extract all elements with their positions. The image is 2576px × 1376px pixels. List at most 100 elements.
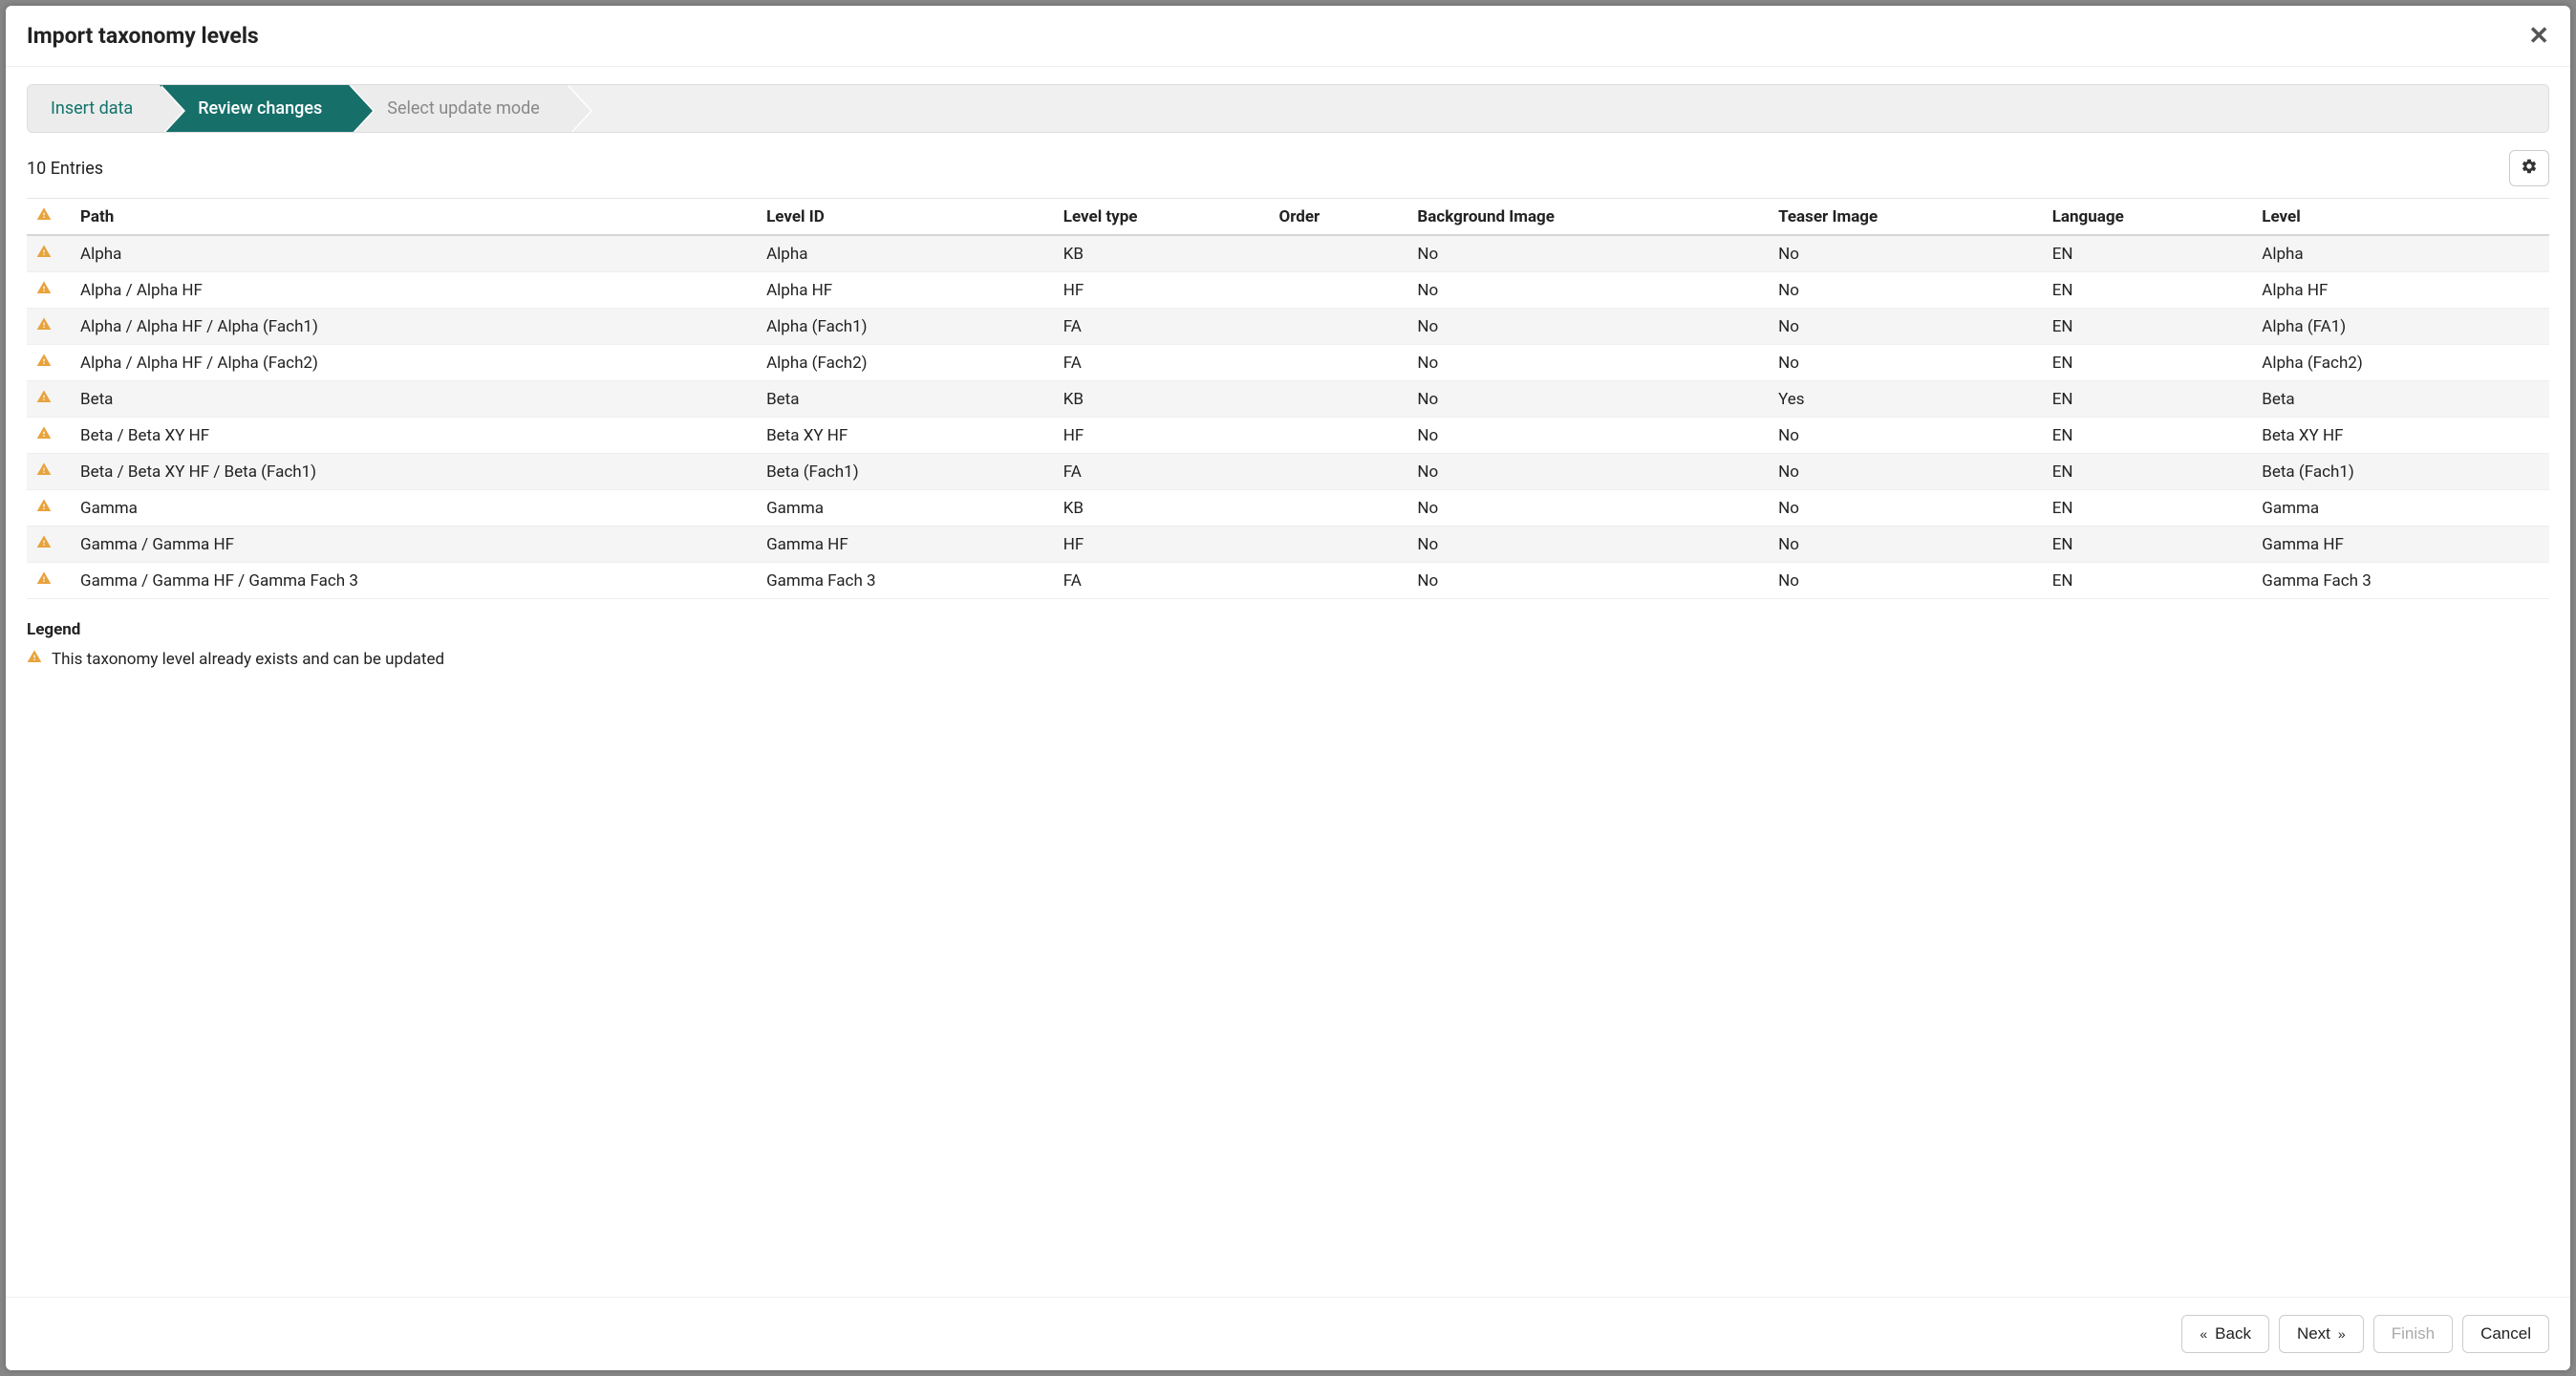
cell-language: EN xyxy=(2043,235,2253,272)
close-icon[interactable]: ✕ xyxy=(2528,24,2549,49)
cell-teaser-image: No xyxy=(1769,418,2043,454)
cell-order xyxy=(1269,309,1407,345)
cell-level: Gamma Fach 3 xyxy=(2252,563,2549,599)
cell-level-id: Gamma xyxy=(757,490,1054,527)
cell-level-id: Alpha xyxy=(757,235,1054,272)
col-level[interactable]: Level xyxy=(2252,199,2549,236)
cell-path: Alpha / Alpha HF / Alpha (Fach1) xyxy=(71,309,757,345)
cancel-button-label: Cancel xyxy=(2480,1324,2531,1344)
cell-bg-image: No xyxy=(1407,235,1769,272)
cell-teaser-image: No xyxy=(1769,272,2043,309)
cell-level-id: Gamma HF xyxy=(757,527,1054,563)
cell-bg-image: No xyxy=(1407,563,1769,599)
cell-path: Beta / Beta XY HF / Beta (Fach1) xyxy=(71,454,757,490)
cell-level-type: FA xyxy=(1054,345,1270,381)
cell-level-type: KB xyxy=(1054,381,1270,418)
next-button[interactable]: Next » xyxy=(2279,1315,2364,1353)
table-row[interactable]: Beta / Beta XY HF / Beta (Fach1) Beta (Fa… xyxy=(27,454,2549,490)
cell-level-id: Alpha HF xyxy=(757,272,1054,309)
warning-triangle-icon xyxy=(36,535,52,554)
cell-order xyxy=(1269,272,1407,309)
cancel-button[interactable]: Cancel xyxy=(2462,1315,2549,1353)
cell-teaser-image: Yes xyxy=(1769,381,2043,418)
table-row[interactable]: BetaBetaKBNoYesENBeta xyxy=(27,381,2549,418)
col-bg-image[interactable]: Background Image xyxy=(1407,199,1769,236)
table-row[interactable]: Beta / Beta XY HFBeta XY HFHFNoNoENBeta … xyxy=(27,418,2549,454)
wizard-step-insert-data[interactable]: Insert data xyxy=(28,85,160,132)
table-row[interactable]: Gamma / Gamma HFGamma HFHFNoNoENGamma HF xyxy=(27,527,2549,563)
row-status xyxy=(27,381,71,418)
cell-teaser-image: No xyxy=(1769,235,2043,272)
cell-bg-image: No xyxy=(1407,454,1769,490)
import-taxonomy-modal: Import taxonomy levels ✕ Insert data Rev… xyxy=(6,6,2570,1370)
cell-path: Alpha xyxy=(71,235,757,272)
cell-teaser-image: No xyxy=(1769,563,2043,599)
row-status xyxy=(27,309,71,345)
col-teaser-image[interactable]: Teaser Image xyxy=(1769,199,2043,236)
wizard-step-label: Review changes xyxy=(198,98,322,118)
cell-level: Alpha (FA1) xyxy=(2252,309,2549,345)
warning-triangle-icon xyxy=(36,281,52,300)
table-row[interactable]: Alpha / Alpha HF / Alpha (Fach1) Alpha (F… xyxy=(27,309,2549,345)
cell-level: Alpha HF xyxy=(2252,272,2549,309)
wizard-step-label: Select update mode xyxy=(387,98,540,118)
table-row[interactable]: GammaGammaKBNoNoENGamma xyxy=(27,490,2549,527)
table-row[interactable]: Alpha / Alpha HF / Alpha (Fach2)Alpha (F… xyxy=(27,345,2549,381)
row-status xyxy=(27,454,71,490)
cell-path: Beta xyxy=(71,381,757,418)
modal-body: Insert data Review changes Select update… xyxy=(6,67,2570,1297)
cell-teaser-image: No xyxy=(1769,527,2043,563)
cell-order xyxy=(1269,490,1407,527)
legend-item-text: This taxonomy level already exists and c… xyxy=(52,650,444,669)
legend-item-update: This taxonomy level already exists and c… xyxy=(27,649,2549,669)
cell-bg-image: No xyxy=(1407,272,1769,309)
wizard-step-review-changes[interactable]: Review changes xyxy=(160,85,349,132)
warning-triangle-icon xyxy=(36,499,52,518)
cell-level-type: FA xyxy=(1054,563,1270,599)
cell-language: EN xyxy=(2043,418,2253,454)
col-path[interactable]: Path xyxy=(71,199,757,236)
back-button[interactable]: « Back xyxy=(2181,1315,2269,1353)
wizard-steps: Insert data Review changes Select update… xyxy=(27,84,2549,133)
cell-level-id: Beta xyxy=(757,381,1054,418)
cell-language: EN xyxy=(2043,309,2253,345)
col-language[interactable]: Language xyxy=(2043,199,2253,236)
table-settings-button[interactable] xyxy=(2509,150,2549,186)
cell-bg-image: No xyxy=(1407,381,1769,418)
cell-order xyxy=(1269,235,1407,272)
cell-order xyxy=(1269,527,1407,563)
warning-triangle-icon xyxy=(36,571,52,591)
col-level-id[interactable]: Level ID xyxy=(757,199,1054,236)
cell-level-id: Gamma Fach 3 xyxy=(757,563,1054,599)
cell-level: Beta xyxy=(2252,381,2549,418)
cell-level: Alpha xyxy=(2252,235,2549,272)
cell-language: EN xyxy=(2043,454,2253,490)
cell-level: Beta (Fach1) xyxy=(2252,454,2549,490)
col-order[interactable]: Order xyxy=(1269,199,1407,236)
cell-order xyxy=(1269,418,1407,454)
cell-level-type: KB xyxy=(1054,490,1270,527)
row-status xyxy=(27,490,71,527)
cell-teaser-image: No xyxy=(1769,309,2043,345)
cell-order xyxy=(1269,563,1407,599)
cell-language: EN xyxy=(2043,381,2253,418)
cell-path: Beta / Beta XY HF xyxy=(71,418,757,454)
table-row[interactable]: Gamma / Gamma HF / Gamma Fach 3Gamma Fac… xyxy=(27,563,2549,599)
cell-order xyxy=(1269,381,1407,418)
warning-triangle-icon xyxy=(36,426,52,445)
finish-button: Finish xyxy=(2373,1315,2453,1353)
col-level-type[interactable]: Level type xyxy=(1054,199,1270,236)
warning-triangle-icon xyxy=(36,207,52,226)
cell-language: EN xyxy=(2043,490,2253,527)
cell-level-type: HF xyxy=(1054,272,1270,309)
cell-order xyxy=(1269,454,1407,490)
cell-path: Gamma / Gamma HF xyxy=(71,527,757,563)
row-status xyxy=(27,272,71,309)
table-row[interactable]: Alpha / Alpha HFAlpha HFHFNoNoENAlpha HF xyxy=(27,272,2549,309)
table-header-row: Path Level ID Level type Order Backgroun… xyxy=(27,199,2549,236)
cell-level-id: Beta XY HF xyxy=(757,418,1054,454)
cell-level: Alpha (Fach2) xyxy=(2252,345,2549,381)
row-status xyxy=(27,345,71,381)
warning-triangle-icon xyxy=(36,317,52,336)
table-row[interactable]: AlphaAlphaKBNoNoENAlpha xyxy=(27,235,2549,272)
